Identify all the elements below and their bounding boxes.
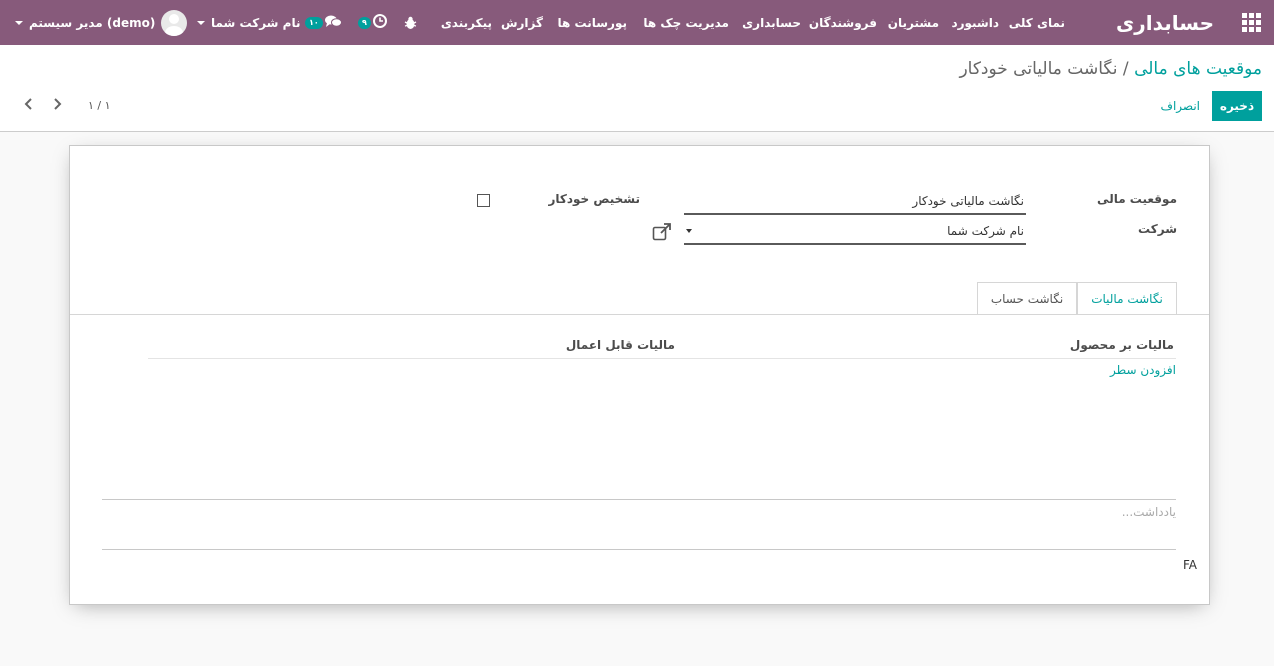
messaging-menu[interactable]: ۱۰ xyxy=(305,0,342,45)
comments-icon xyxy=(324,15,342,31)
footer-code: FA xyxy=(1182,558,1197,572)
main-navbar: حسابداری نمای کلی داشبورد مشتریان فروشند… xyxy=(0,0,1274,45)
discard-button[interactable]: انصراف xyxy=(1161,91,1200,121)
breadcrumb-separator: / xyxy=(1122,59,1129,79)
pager-next-icon[interactable] xyxy=(52,97,64,111)
external-link-icon[interactable] xyxy=(652,223,672,241)
auto-detect-checkbox[interactable] xyxy=(477,194,490,207)
company-switcher[interactable]: نام شرکت شما xyxy=(197,0,300,45)
tab-tax-mapping[interactable]: نگاشت مالیات xyxy=(1077,282,1177,315)
breadcrumb-parent[interactable]: موقعیت های مالی xyxy=(1134,59,1262,79)
add-line-link[interactable]: افزودن سطر xyxy=(1110,363,1176,377)
pager-value[interactable]: ۱ / ۱ xyxy=(88,99,111,112)
notes-field[interactable]: یادداشت... xyxy=(1122,505,1176,519)
breadcrumb: موقعیت های مالی / نگاشت مالیاتی خودکار xyxy=(959,59,1262,79)
fiscal-position-value: نگاشت مالیاتی خودکار xyxy=(912,194,1024,208)
menu-reporting[interactable]: گزارش xyxy=(501,0,543,45)
menu-vendors[interactable]: فروشندگان xyxy=(809,0,877,45)
menu-customers[interactable]: مشتریان xyxy=(888,0,939,45)
debug-bug-icon[interactable] xyxy=(404,0,417,45)
control-panel: موقعیت های مالی / نگاشت مالیاتی خودکار ذ… xyxy=(0,45,1274,132)
user-avatar xyxy=(161,9,188,36)
fiscal-position-label: موقعیت مالی xyxy=(1097,192,1177,206)
app-brand[interactable]: حسابداری xyxy=(1116,0,1214,45)
user-caret-icon xyxy=(15,20,23,25)
pager-previous-icon[interactable] xyxy=(24,97,36,111)
company-label: شرکت xyxy=(1138,222,1177,236)
company-caret-icon xyxy=(197,20,205,25)
user-name: مدیر سیستم (demo) xyxy=(29,15,156,30)
menu-dashboard[interactable]: داشبورد xyxy=(951,0,999,45)
activity-count-badge: ۹ xyxy=(358,16,371,29)
dropdown-caret-icon xyxy=(686,229,692,233)
menu-overview[interactable]: نمای کلی xyxy=(1009,0,1065,45)
activities-menu[interactable]: ۹ xyxy=(358,0,387,45)
company-select[interactable]: نام شرکت شما xyxy=(684,219,1026,245)
clock-icon xyxy=(372,14,387,31)
company-value: نام شرکت شما xyxy=(947,224,1024,238)
notes-bottom-divider xyxy=(102,549,1176,550)
save-button[interactable]: ذخیره xyxy=(1212,91,1262,121)
auto-detect-label: تشخیص خودکار xyxy=(548,192,640,206)
company-name: نام شرکت شما xyxy=(211,15,301,30)
messages-count-badge: ۱۰ xyxy=(305,16,323,29)
apps-menu-icon[interactable] xyxy=(1242,0,1262,45)
menu-configuration[interactable]: پیکربندی xyxy=(441,0,492,45)
column-header-product-tax[interactable]: مالیات بر محصول xyxy=(1070,338,1174,352)
tab-account-mapping[interactable]: نگاشت حساب xyxy=(977,282,1077,315)
menu-accounting[interactable]: حسابداری xyxy=(742,0,801,45)
column-header-applied-tax[interactable]: مالیات قابل اعمال xyxy=(566,338,675,352)
menu-commissions[interactable]: پورسانت ها xyxy=(558,0,627,45)
fiscal-position-input[interactable]: نگاشت مالیاتی خودکار xyxy=(684,189,1026,215)
menu-check-management[interactable]: مدیریت چک ها xyxy=(643,0,729,45)
user-menu[interactable]: مدیر سیستم (demo) xyxy=(15,0,188,45)
tabs-divider xyxy=(70,314,1209,315)
form-sheet: موقعیت مالی نگاشت مالیاتی خودکار شرکت نا… xyxy=(69,145,1210,605)
notes-top-divider xyxy=(102,499,1176,500)
table-header-divider xyxy=(148,358,1176,359)
breadcrumb-current: نگاشت مالیاتی خودکار xyxy=(959,59,1118,79)
